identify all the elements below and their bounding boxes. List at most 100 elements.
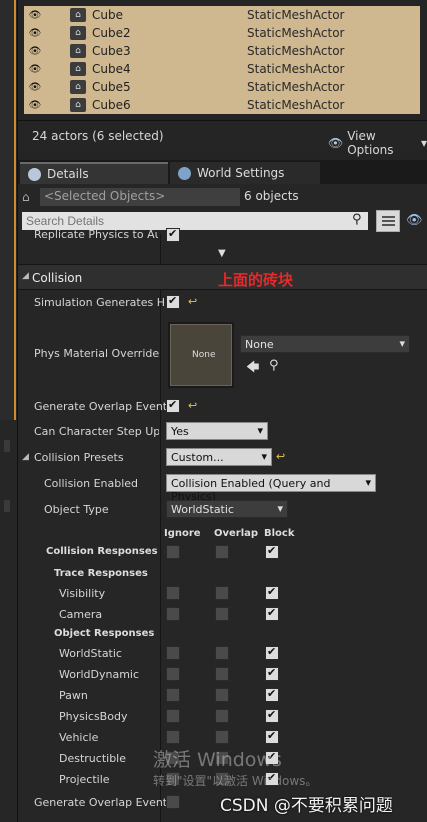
tab-world-settings[interactable]: World Settings (170, 162, 320, 184)
material-thumbnail[interactable]: None (168, 322, 234, 388)
eye-icon[interactable]: 👁 (406, 213, 423, 228)
collision-presets-select[interactable]: Custom... (166, 448, 272, 466)
reset-arrow-icon[interactable]: ↩ (188, 400, 198, 411)
column-ignore: Ignore (164, 528, 201, 539)
ignore-all-checkbox[interactable] (166, 545, 180, 559)
ignore-checkbox[interactable] (166, 730, 180, 744)
visibility-eye-icon[interactable]: 👁 (24, 100, 46, 111)
visibility-eye-icon[interactable]: 👁 (24, 64, 46, 75)
response-label: Destructible (59, 752, 126, 765)
outliner-row[interactable]: 👁 ⌂ Cube5 StaticMeshActor (24, 78, 420, 96)
view-options-label: View Options (347, 129, 394, 157)
search-icon[interactable]: ⚲ (352, 212, 368, 230)
block-checkbox[interactable] (265, 708, 279, 723)
visibility-eye-icon[interactable]: 👁 (24, 10, 46, 21)
overlap-checkbox[interactable] (215, 667, 229, 681)
expand-arrow-icon[interactable]: ▼ (218, 248, 226, 259)
actor-name: Cube3 (92, 44, 131, 58)
block-checkbox[interactable] (265, 687, 279, 702)
collision-title: Collision (32, 271, 83, 285)
overlap-checkbox[interactable] (215, 709, 229, 723)
eye-icon: 👁 (328, 136, 344, 150)
generate-overlap-checkbox[interactable] (166, 398, 180, 413)
object-responses-label: Object Responses (54, 628, 155, 639)
outliner-row[interactable]: 👁 ⌂ Cube StaticMeshActor (24, 6, 420, 24)
overlap-checkbox[interactable] (215, 730, 229, 744)
sim-generates-hit-checkbox[interactable] (166, 294, 180, 309)
csdn-watermark: CSDN @不要积累问题 (220, 796, 393, 816)
block-all-checkbox[interactable] (265, 544, 279, 559)
column-block: Block (264, 528, 295, 539)
ignore-checkbox[interactable] (166, 586, 180, 600)
browse-search-icon[interactable]: ⚲ (269, 358, 279, 373)
ignore-checkbox[interactable] (166, 709, 180, 723)
outliner-row[interactable]: 👁 ⌂ Cube2 StaticMeshActor (24, 24, 420, 42)
ignore-checkbox[interactable] (166, 646, 180, 660)
response-label: WorldStatic (59, 647, 122, 660)
object-type-select[interactable]: WorldStatic (166, 500, 288, 518)
block-checkbox[interactable] (265, 666, 279, 681)
actor-type: StaticMeshActor (247, 26, 345, 40)
static-mesh-icon: ⌂ (70, 26, 86, 40)
reset-arrow-icon[interactable]: ↩ (188, 296, 198, 307)
property-matrix-icon[interactable] (376, 210, 400, 232)
block-checkbox[interactable] (265, 729, 279, 744)
overlap-checkbox[interactable] (215, 646, 229, 660)
visibility-eye-icon[interactable]: 👁 (24, 28, 46, 39)
splitter-handle[interactable] (4, 440, 10, 452)
replicate-physics-label: Replicate Physics to Auto (34, 228, 158, 241)
generate-overlap-label: Generate Overlap Events (34, 796, 173, 809)
block-checkbox[interactable] (265, 645, 279, 660)
replicate-physics-checkbox[interactable] (166, 227, 180, 242)
trace-responses-label: Trace Responses (54, 568, 148, 579)
selected-objects-field[interactable]: <Selected Objects> (40, 188, 240, 206)
details-panel: Details World Settings ⌂ <Selected Objec… (18, 160, 427, 822)
char-step-up-label: Can Character Step Up On (34, 425, 159, 438)
visibility-eye-icon[interactable]: 👁 (24, 46, 46, 57)
tab-details[interactable]: Details (20, 162, 168, 184)
collapse-arrow-icon[interactable]: ◢ (22, 452, 29, 462)
annotation-note: 上面的砖块 (218, 271, 294, 289)
lock-icon[interactable]: ⌂ (22, 190, 34, 204)
outliner-row[interactable]: 👁 ⌂ Cube4 StaticMeshActor (24, 60, 420, 78)
use-selected-arrow-icon[interactable]: 🡄 (246, 358, 259, 380)
response-label: WorldDynamic (59, 668, 140, 681)
phys-material-label: Phys Material Override (34, 347, 160, 360)
response-label: Vehicle (59, 731, 99, 744)
actor-name: Cube5 (92, 80, 131, 94)
phys-material-combo[interactable]: None (240, 335, 410, 353)
windows-activation-watermark: 激活 Windows (153, 749, 282, 771)
chevron-down-icon: ▾ (420, 136, 427, 150)
overlap-all-checkbox[interactable] (215, 545, 229, 559)
tab-bar: Details World Settings (18, 160, 427, 184)
actor-type: StaticMeshActor (247, 44, 345, 58)
collision-presets-label: Collision Presets (34, 451, 124, 464)
actor-type: StaticMeshActor (247, 62, 345, 76)
collision-section-header[interactable]: ◢ Collision 上面的砖块 (18, 264, 427, 290)
visibility-eye-icon[interactable]: 👁 (24, 82, 46, 93)
reset-arrow-icon[interactable]: ↩ (276, 451, 286, 462)
overlap-checkbox[interactable] (215, 607, 229, 621)
viewport-border (0, 0, 16, 420)
info-icon (28, 167, 41, 181)
generate-overlap-checkbox[interactable] (166, 795, 180, 809)
outliner-row[interactable]: 👁 ⌂ Cube6 StaticMeshActor (24, 96, 420, 114)
collision-enabled-select[interactable]: Collision Enabled (Query and Physics) (166, 474, 376, 503)
ignore-checkbox[interactable] (166, 667, 180, 681)
splitter-handle[interactable] (4, 500, 10, 512)
view-options-button[interactable]: 👁 View Options ▾ (328, 129, 427, 157)
outliner-row[interactable]: 👁 ⌂ Cube3 StaticMeshActor (24, 42, 420, 60)
generate-overlap-label: Generate Overlap Events (34, 400, 173, 413)
actor-name: Cube6 (92, 98, 131, 112)
overlap-checkbox[interactable] (215, 688, 229, 702)
char-step-up-select[interactable]: Yes (166, 422, 268, 440)
ignore-checkbox[interactable] (166, 688, 180, 702)
actor-name: Cube2 (92, 26, 131, 40)
object-type-label: Object Type (44, 503, 109, 516)
block-checkbox[interactable] (265, 585, 279, 600)
ignore-checkbox[interactable] (166, 607, 180, 621)
overlap-checkbox[interactable] (215, 586, 229, 600)
block-checkbox[interactable] (265, 606, 279, 621)
response-label: Camera (59, 608, 103, 621)
static-mesh-icon: ⌂ (70, 80, 86, 94)
